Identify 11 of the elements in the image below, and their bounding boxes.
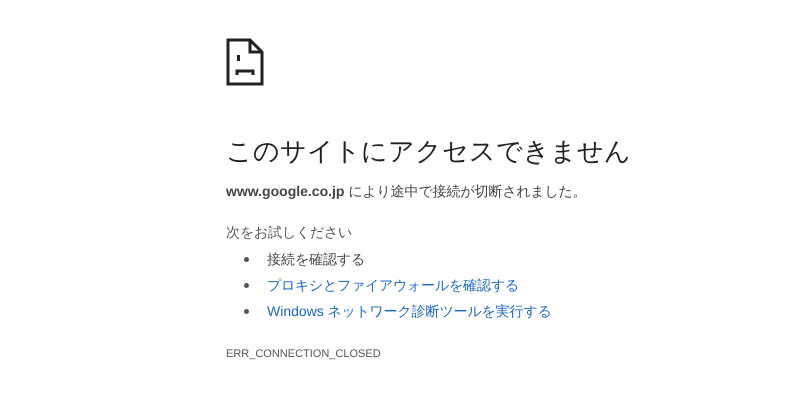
bullet-icon (244, 308, 249, 314)
suggestion-link[interactable]: Windows ネットワーク診断ツールを実行する (267, 300, 552, 322)
sad-page-icon (226, 38, 264, 86)
suggestion-link[interactable]: プロキシとファイアウォールを確認する (267, 274, 519, 296)
error-message: www.google.co.jp により途中で接続が切断されました。 (226, 182, 588, 201)
page-heading: このサイトにアクセスできません (226, 135, 632, 167)
suggestion-text: 接続を確認する (267, 250, 365, 268)
bullet-icon (244, 282, 249, 288)
suggestions-title: 次をお試しください (226, 223, 352, 242)
error-code: ERR_CONNECTION_CLOSED (226, 347, 381, 362)
bullet-icon (244, 256, 249, 262)
